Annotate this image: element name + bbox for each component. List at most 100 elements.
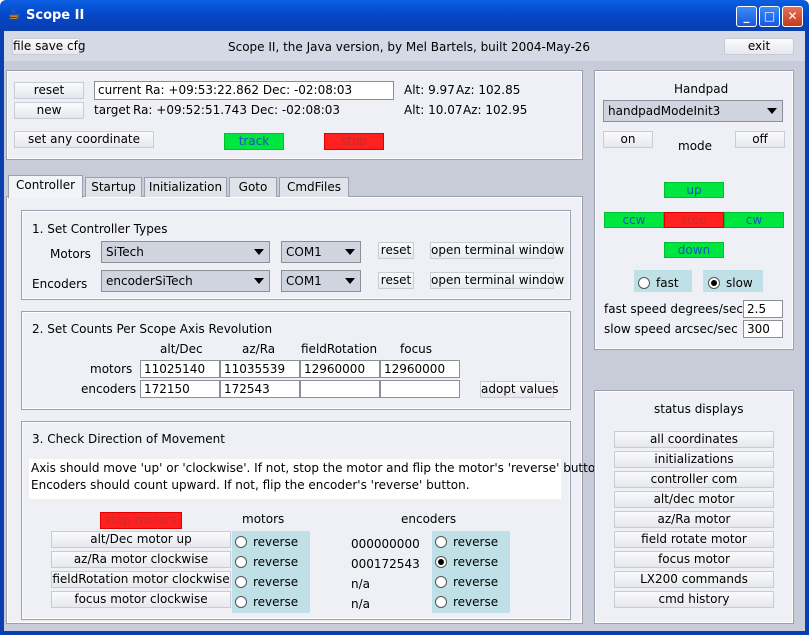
motors-type-value: SiTech [106,245,144,259]
radio-label: reverse [453,595,499,609]
altdec-motor-up-button[interactable]: alt/Dec motor up [51,531,231,548]
chevron-down-icon [767,108,777,114]
encoders-count-azra[interactable]: 172543 [220,380,300,398]
handpad-on-button[interactable]: on [603,131,653,148]
status-controller-com-button[interactable]: controller com [614,471,774,488]
current-az: Az: 102.85 [456,83,521,97]
encoders-port-select[interactable]: COM1 [281,270,361,292]
status-title: status displays [654,402,744,416]
radio-label: reverse [453,575,499,589]
motors-type-select[interactable]: SiTech [101,241,270,263]
radio-selected-icon [708,277,720,289]
tab-initialization[interactable]: Initialization [144,177,227,197]
slow-speed-label: slow speed arcsec/sec [604,322,738,336]
target-label: target [94,103,131,117]
motors-port-select[interactable]: COM1 [281,241,361,263]
counts-encoders-label: encoders [81,382,137,396]
maximize-button[interactable]: □ [759,6,780,27]
instruction-line-1: Axis should move 'up' or 'clockwise'. If… [31,461,607,475]
altdec-motor-reverse-radio[interactable]: reverse [235,535,298,549]
close-button[interactable]: ✕ [782,6,803,27]
header-focus: focus [400,342,433,356]
handpad-off-button[interactable]: off [735,131,785,148]
adopt-values-button[interactable]: adopt values [480,381,558,398]
handpad-mode-value: handpadModeInit3 [608,104,721,118]
focus-encoder-reverse-radio[interactable]: reverse [435,595,498,609]
motors-count-azra[interactable]: 11035539 [220,360,300,378]
stop-motors-button[interactable]: stop motors [100,512,182,529]
tab-startup[interactable]: Startup [85,177,142,197]
ccw-button[interactable]: ccw [604,212,664,228]
status-focus-motor-button[interactable]: focus motor [614,551,774,568]
encoders-count-altdec[interactable]: 172150 [140,380,220,398]
fieldrotation-motor-reverse-radio[interactable]: reverse [235,575,298,589]
encoders-count-fieldrotation[interactable] [300,380,380,398]
current-coords-field[interactable]: current Ra: +09:53:22.862 Dec: -02:08:03 [94,81,394,100]
status-lx200-commands-button[interactable]: LX200 commands [614,571,774,588]
altdec-encoder-reverse-radio[interactable]: reverse [435,535,498,549]
motors-reset-button[interactable]: reset [378,242,414,259]
file-save-cfg-button[interactable]: file save cfg [12,38,85,55]
radio-label: fast [656,276,679,290]
motors-count-altdec[interactable]: 11025140 [140,360,220,378]
fast-speed-input[interactable]: 2.5 [743,300,783,318]
slow-radio[interactable]: slow [708,276,753,290]
tab-goto[interactable]: Goto [229,177,277,197]
focus-encoder-value: n/a [351,597,371,611]
handpad-title: Handpad [674,82,729,96]
status-all-coordinates-button[interactable]: all coordinates [614,431,774,448]
encoders-type-select[interactable]: encoderSiTech [101,270,270,292]
status-azra-motor-button[interactable]: az/Ra motor [614,511,774,528]
down-button[interactable]: down [664,242,724,258]
radio-icon [235,556,247,568]
fast-radio[interactable]: fast [638,276,679,290]
encoders-count-focus[interactable] [380,380,460,398]
status-field-rotate-motor-button[interactable]: field rotate motor [614,531,774,548]
motors-count-fieldrotation[interactable]: 12960000 [300,360,380,378]
header-altdec: alt/Dec [160,342,203,356]
radio-label: slow [726,276,753,290]
minimize-button[interactable]: _ [736,6,757,27]
track-button[interactable]: track [224,133,284,150]
fieldrotation-motor-clockwise-button[interactable]: fieldRotation motor clockwise [51,571,231,588]
slow-speed-input[interactable]: 300 [743,320,783,338]
motors-port-value: COM1 [286,245,322,259]
encoders-reset-button[interactable]: reset [378,272,414,289]
up-button[interactable]: up [664,182,724,198]
radio-label: reverse [253,575,299,589]
handpad-stop-button[interactable]: stop [664,212,724,228]
tab-cmdfiles[interactable]: CmdFiles [279,177,349,197]
radio-icon [235,576,247,588]
handpad-mode-select[interactable]: handpadModeInit3 [603,100,783,122]
chevron-down-icon [254,278,264,284]
radio-icon [435,536,447,548]
motors-terminal-button[interactable]: open terminal window [430,242,564,259]
focus-motor-clockwise-button[interactable]: focus motor clockwise [51,591,231,608]
altdec-encoder-value: 000000000 [351,537,420,551]
status-altdec-motor-button[interactable]: alt/dec motor [614,491,774,508]
status-initializations-button[interactable]: initializations [614,451,774,468]
stop-button[interactable]: stop [324,133,384,150]
radio-icon [435,596,447,608]
new-target-button[interactable]: new [14,102,84,119]
radio-label: reverse [453,535,499,549]
exit-button[interactable]: exit [724,38,794,55]
status-cmd-history-button[interactable]: cmd history [614,591,774,608]
azra-motor-reverse-radio[interactable]: reverse [235,555,298,569]
current-alt: Alt: 9.97 [404,83,455,97]
fieldrotation-encoder-reverse-radio[interactable]: reverse [435,575,498,589]
radio-label: reverse [253,595,299,609]
mode-label: mode [678,139,713,153]
azra-motor-clockwise-button[interactable]: az/Ra motor clockwise [51,551,231,568]
motors-count-focus[interactable]: 12960000 [380,360,460,378]
set-any-coordinate-button[interactable]: set any coordinate [14,131,154,148]
focus-motor-reverse-radio[interactable]: reverse [235,595,298,609]
section2-title: 2. Set Counts Per Scope Axis Revolution [32,322,273,336]
azra-encoder-reverse-radio[interactable]: reverse [435,555,498,569]
cw-button[interactable]: cw [724,212,784,228]
radio-icon [235,536,247,548]
reset-coords-button[interactable]: reset [14,82,84,99]
chevron-down-icon [345,278,355,284]
encoders-terminal-button[interactable]: open terminal window [430,272,564,289]
tab-controller[interactable]: Controller [8,175,83,198]
